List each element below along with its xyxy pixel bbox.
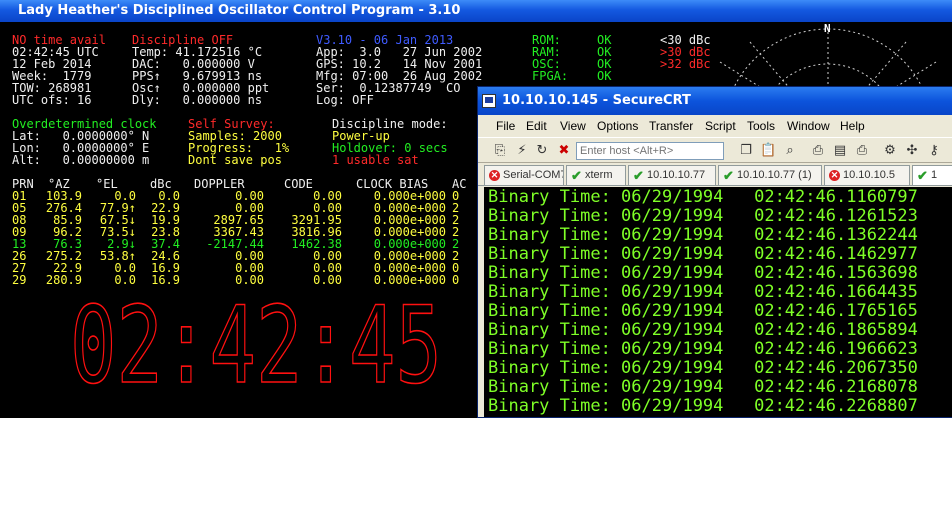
tab-ok-icon: ✔ [723, 168, 734, 183]
terminal-line: Binary Time: 06/29/1994 02:42:46.1563698 [488, 263, 918, 283]
satellite-az-cell: 280.9 [45, 273, 82, 287]
menu-window[interactable]: Window [787, 119, 830, 133]
satellite-table: PRN °AZ °EL dBc DOPPLER CODE CLOCK BIAS AC 01 10… [12, 178, 482, 286]
survey-save: Dont save pos [188, 153, 282, 167]
tab-10-10-10-77-1[interactable]: ✔ 10.10.10.77 (1) [718, 165, 822, 185]
terminal-line: Binary Time: 06/29/1994 02:42:46.2067350 [488, 358, 918, 378]
tab-active[interactable]: ✔ 1 [912, 165, 952, 185]
crt-title-text: 10.10.10.145 - SecureCRT [502, 93, 691, 108]
terminal-line: Binary Time: 06/29/1994 02:42:46.1462977 [488, 244, 918, 264]
menu-options[interactable]: Options [597, 119, 638, 133]
tab-ok-icon: ✔ [633, 168, 644, 183]
satellite-el-cell: 0.0 [114, 273, 136, 287]
global-options-icon[interactable]: ✣ [904, 143, 920, 159]
menu-script[interactable]: Script [705, 119, 736, 133]
satellite-doppler-cell: 0.00 [235, 273, 264, 287]
terminal-line: Binary Time: 06/29/1994 02:42:46.1966623 [488, 339, 918, 359]
tab-label: 1 [931, 169, 938, 181]
delay: Dly: 0.000000 ns [132, 93, 263, 107]
tab-label: 10.10.10.77 [647, 169, 706, 181]
copy-icon[interactable]: ❐ [738, 143, 754, 159]
menu-view[interactable]: View [560, 119, 586, 133]
tab-ok-icon: ✔ [917, 168, 928, 183]
satellite-code-cell: 0.00 [313, 273, 342, 287]
print-selection-icon[interactable]: ▤ [832, 143, 848, 159]
menu-edit[interactable]: Edit [526, 119, 547, 133]
compass-north: N [824, 22, 831, 35]
tab-label: 10.10.10.5 [843, 169, 895, 181]
session-tabs: ✕ Serial-COM7 ✔ xterm ✔ 10.10.10.77 ✔ 10… [478, 164, 952, 186]
big-clock: 02:42:45 [70, 292, 443, 392]
print-icon[interactable]: ⎙ [810, 143, 826, 159]
terminal-output[interactable]: Binary Time: 06/29/1994 02:42:46.1160797… [484, 187, 952, 417]
tab-label: 10.10.10.77 (1) [737, 169, 812, 181]
session-options-icon[interactable]: ⚙ [882, 143, 898, 159]
crt-toolbar: ⎘ ⚡ ↻ ✖ ❐ 📋 ⌕ ⎙ ▤ ⎙ ⚙ ✣ ⚷ [478, 137, 952, 163]
satellite-row: 29 280.9 0.0 16.9 0.00 0.00 0.000e+000 0 [12, 274, 482, 286]
terminal-line: Binary Time: 06/29/1994 02:42:46.2168078 [488, 377, 918, 397]
tab-error-icon: ✕ [489, 170, 500, 181]
menu-file[interactable]: File [496, 119, 515, 133]
securecrt-app-icon [482, 94, 496, 108]
tab-serial-com7[interactable]: ✕ Serial-COM7 [484, 165, 564, 185]
find-icon[interactable]: ⌕ [782, 143, 798, 159]
printer-icon[interactable]: ⎙ [854, 143, 870, 159]
securecrt-window[interactable]: 10.10.10.145 - SecureCRT File Edit View … [477, 86, 952, 418]
log-status: Log: OFF [316, 93, 374, 107]
tab-label: Serial-COM7 [503, 169, 564, 181]
tab-xterm[interactable]: ✔ xterm [566, 165, 626, 185]
fpga-status: FPGA: OK [532, 69, 612, 83]
satellite-prn-cell: 29 [12, 273, 27, 287]
terminal-line: Binary Time: 06/29/1994 02:42:46.1261523 [488, 206, 918, 226]
tab-10-10-10-5[interactable]: ✕ 10.10.10.5 [824, 165, 910, 185]
host-input[interactable] [576, 142, 724, 160]
terminal-line: Binary Time: 06/29/1994 02:42:46.1362244 [488, 225, 918, 245]
usable-sats: 1 usable sat [332, 153, 419, 167]
terminal-line: Binary Time: 06/29/1994 02:42:46.1664435 [488, 282, 918, 302]
terminal-line: Binary Time: 06/29/1994 02:42:46.1160797 [488, 187, 918, 207]
reconnect-icon[interactable]: ↻ [534, 143, 550, 159]
menu-help[interactable]: Help [840, 119, 865, 133]
satellite-header-cell: CODE [284, 177, 313, 191]
satellite-dbc-cell: 16.9 [151, 273, 180, 287]
connect-icon[interactable]: ⎘ [492, 143, 508, 159]
altitude: Alt: 0.00000000 m [12, 153, 150, 167]
keymap-icon[interactable]: ⚷ [926, 143, 942, 159]
big-clock-digits: 02:42:45 [70, 292, 442, 392]
menu-tools[interactable]: Tools [747, 119, 775, 133]
terminal-line: Binary Time: 06/29/1994 02:42:46.1865894 [488, 320, 918, 340]
satellite-bias-cell: 0.000e+000 [373, 273, 446, 287]
satellite-ac-cell: 0 [452, 273, 460, 287]
menu-transfer[interactable]: Transfer [649, 119, 693, 133]
tab-10-10-10-77[interactable]: ✔ 10.10.10.77 [628, 165, 716, 185]
crt-menu-bar: File Edit View Options Transfer Script T… [478, 115, 952, 137]
disconnect-icon[interactable]: ✖ [556, 143, 572, 159]
paste-icon[interactable]: 📋 [760, 143, 776, 159]
tab-label: xterm [585, 169, 613, 181]
crt-title-bar[interactable]: 10.10.10.145 - SecureCRT [478, 87, 952, 115]
terminal-line: Binary Time: 06/29/1994 02:42:46.2268807 [488, 396, 918, 416]
tab-ok-icon: ✔ [571, 168, 582, 183]
tab-error-icon: ✕ [829, 170, 840, 181]
utc-offset: UTC ofs: 16 [12, 93, 92, 107]
quick-connect-icon[interactable]: ⚡ [514, 143, 530, 159]
terminal-line: Binary Time: 06/29/1994 02:42:46.1765165 [488, 301, 918, 321]
lh-title-bar[interactable]: Lady Heather's Disciplined Oscillator Co… [0, 0, 952, 22]
